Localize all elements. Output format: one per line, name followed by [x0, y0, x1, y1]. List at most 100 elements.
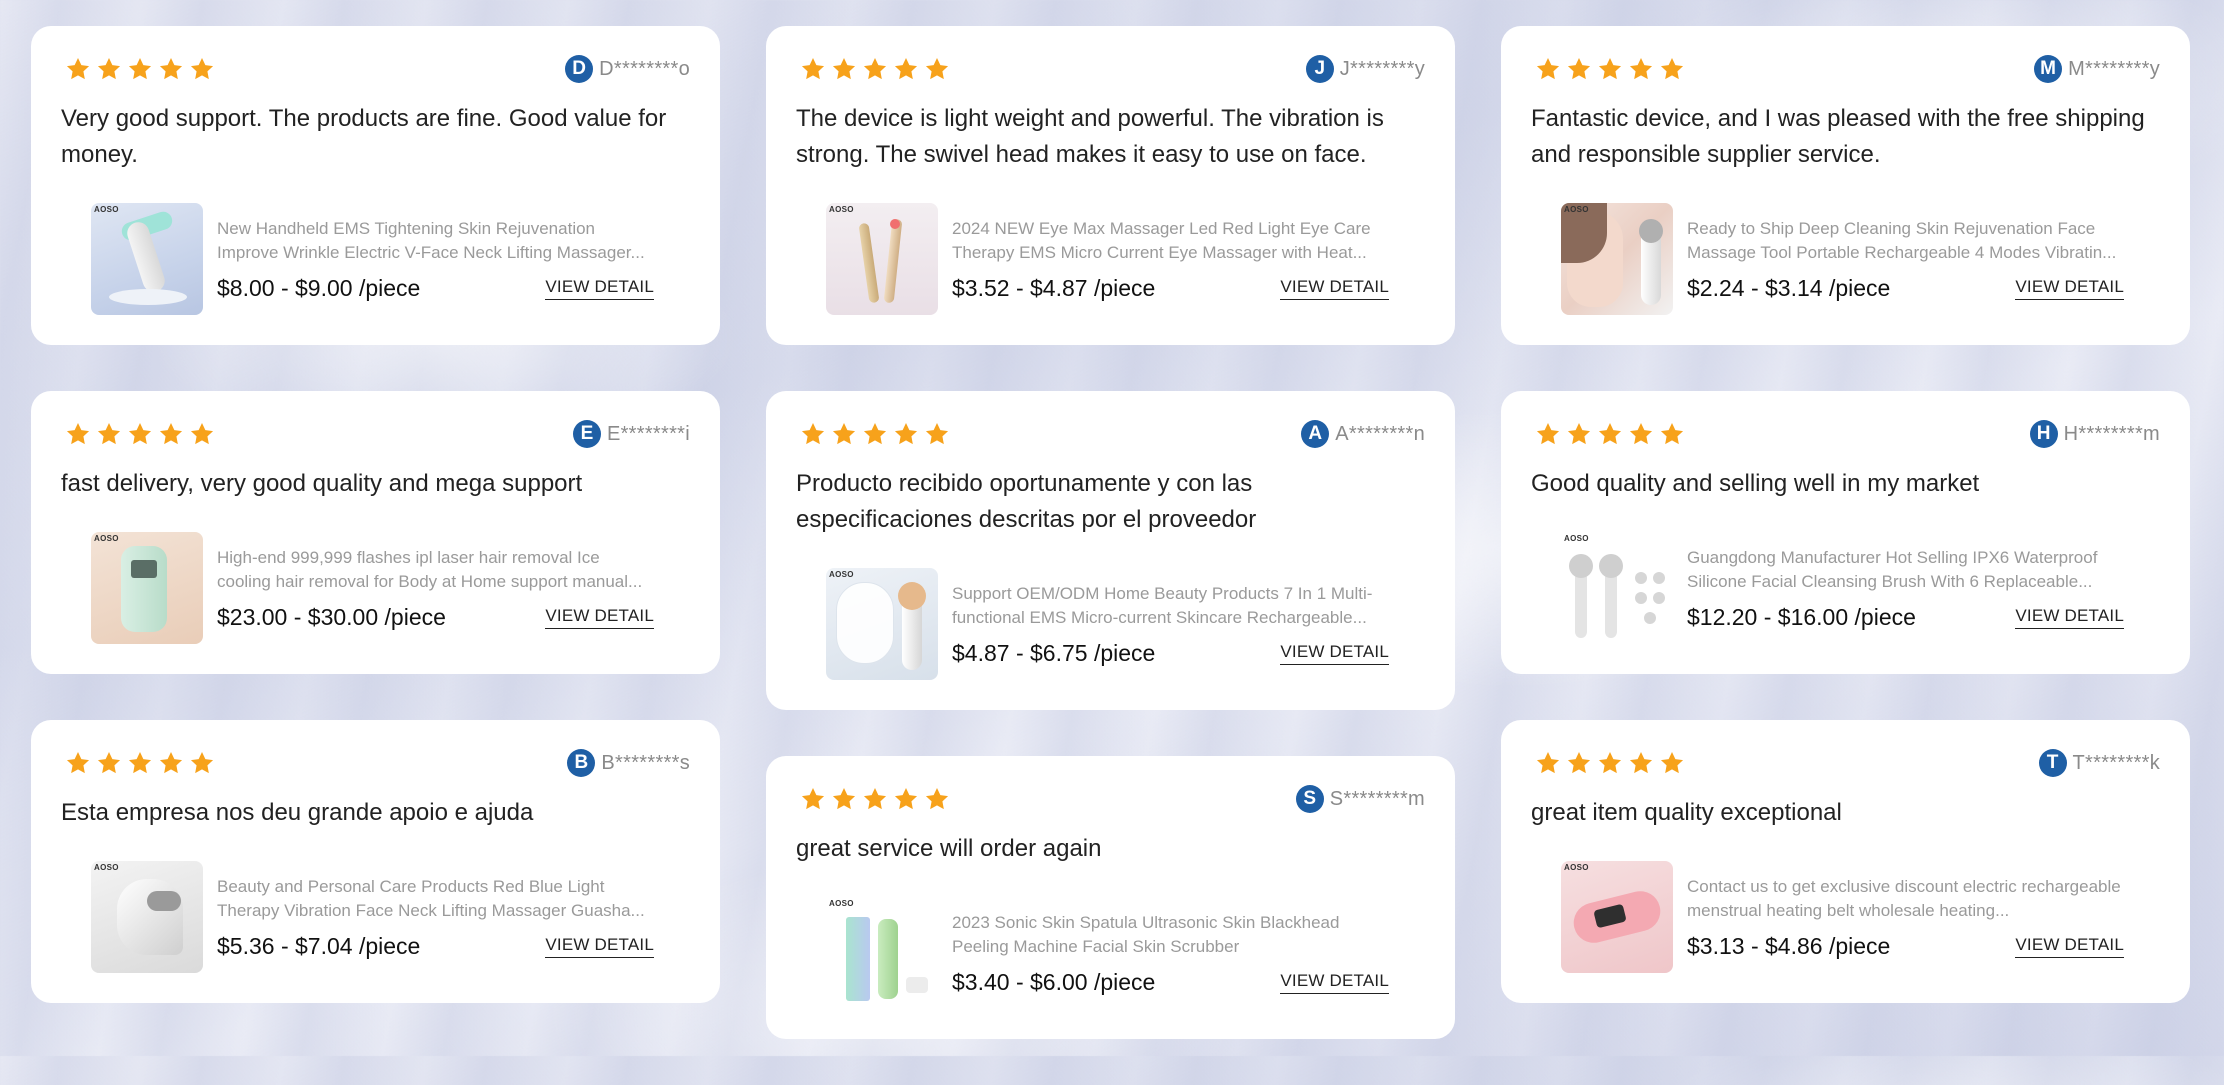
product-image[interactable]: AOSO	[91, 861, 203, 973]
view-detail-link[interactable]: VIEW DETAIL	[545, 935, 654, 958]
product-info: Ready to Ship Deep Cleaning Skin Rejuven…	[1687, 217, 2128, 302]
reviewer: H H********m	[2029, 420, 2160, 448]
reviewer: J J********y	[1305, 55, 1425, 83]
star-rating	[800, 421, 950, 447]
star-rating	[1535, 750, 1685, 776]
product-image[interactable]: AOSO	[1561, 203, 1673, 315]
review-text: Fantastic device, and I was pleased with…	[1531, 105, 2145, 168]
product-price: $3.40 - $6.00 /piece	[952, 968, 1156, 995]
reviewer-name: M********y	[2068, 57, 2160, 80]
product-summary: AOSO Ready to Ship Deep Cleaning Skin Rej…	[1561, 203, 2160, 315]
star-rating	[800, 786, 950, 812]
product-image[interactable]: AOSO	[1561, 532, 1673, 644]
avatar: D	[565, 55, 594, 83]
avatar: A	[1301, 420, 1330, 448]
star-icon	[1566, 750, 1592, 776]
star-icon	[189, 750, 215, 776]
product-name[interactable]: Contact us to get exclusive discount ele…	[1687, 875, 2128, 923]
product-name[interactable]: 2023 Sonic Skin Spatula Ultrasonic Skin …	[952, 911, 1393, 959]
review-card: E E********i fast delivery, very good qual…	[31, 391, 720, 674]
star-icon	[127, 750, 153, 776]
avatar: T	[2038, 749, 2067, 777]
product-footer: $23.00 - $30.00 /piece VIEW DETAIL	[217, 604, 658, 631]
review-text: fast delivery, very good quality and meg…	[61, 470, 583, 497]
review-column: M M********y Fantastic device, and I was p…	[1501, 26, 2190, 1049]
review-text: great service will order again	[796, 835, 1102, 862]
product-summary: AOSO Support OEM/ODM Home Beauty Products…	[826, 568, 1425, 680]
product-info: Guangdong Manufacturer Hot Selling IPX6 …	[1687, 546, 2128, 631]
star-icon	[1597, 56, 1623, 82]
product-name[interactable]: 2024 NEW Eye Max Massager Led Red Light …	[952, 217, 1393, 265]
star-rating	[1535, 56, 1685, 82]
star-icon	[1597, 421, 1623, 447]
brand-logo: AOSO	[829, 205, 854, 214]
review-header: E E********i	[61, 419, 690, 449]
review-header: M M********y	[1531, 54, 2160, 84]
star-icon	[924, 56, 950, 82]
product-name[interactable]: New Handheld EMS Tightening Skin Rejuven…	[217, 217, 658, 265]
view-detail-link[interactable]: VIEW DETAIL	[2015, 277, 2124, 300]
avatar: B	[567, 749, 596, 777]
view-detail-link[interactable]: VIEW DETAIL	[1280, 971, 1389, 994]
review-card: M M********y Fantastic device, and I was p…	[1501, 26, 2190, 345]
reviewer: E E********i	[572, 420, 690, 448]
star-rating	[1535, 421, 1685, 447]
product-price: $8.00 - $9.00 /piece	[217, 274, 421, 301]
review-text: Very good support. The products are fine…	[61, 105, 667, 168]
review-card: S S********m great service will order agai…	[766, 756, 1455, 1039]
product-image[interactable]: AOSO	[1561, 861, 1673, 973]
star-icon	[800, 421, 826, 447]
product-summary: AOSO High-end 999,999 flashes ipl laser h…	[91, 532, 690, 644]
view-detail-link[interactable]: VIEW DETAIL	[2015, 935, 2124, 958]
product-info: High-end 999,999 flashes ipl laser hair …	[217, 546, 658, 631]
star-icon	[1659, 750, 1685, 776]
product-footer: $12.20 - $16.00 /piece VIEW DETAIL	[1687, 604, 2128, 631]
product-image[interactable]: AOSO	[91, 532, 203, 644]
view-detail-link[interactable]: VIEW DETAIL	[2015, 606, 2124, 629]
brand-logo: AOSO	[1564, 205, 1589, 214]
product-summary: AOSO Beauty and Personal Care Products Re…	[91, 861, 690, 973]
product-footer: $3.40 - $6.00 /piece VIEW DETAIL	[952, 969, 1393, 996]
product-name[interactable]: Guangdong Manufacturer Hot Selling IPX6 …	[1687, 546, 2128, 594]
reviewer: B B********s	[567, 749, 690, 777]
review-text: Esta empresa nos deu grande apoio e ajud…	[61, 799, 534, 826]
reviewer: S S********m	[1295, 785, 1425, 813]
product-name[interactable]: Support OEM/ODM Home Beauty Products 7 I…	[952, 582, 1393, 630]
reviewer: D D********o	[565, 55, 690, 83]
avatar: M	[2034, 55, 2063, 83]
star-icon	[1628, 56, 1654, 82]
product-name[interactable]: Ready to Ship Deep Cleaning Skin Rejuven…	[1687, 217, 2128, 265]
reviewer: A A********n	[1301, 420, 1425, 448]
review-header: D D********o	[61, 54, 690, 84]
product-price: $12.20 - $16.00 /piece	[1687, 603, 1916, 630]
product-image[interactable]: AOSO	[826, 203, 938, 315]
view-detail-link[interactable]: VIEW DETAIL	[1280, 277, 1389, 300]
product-name[interactable]: Beauty and Personal Care Products Red Bl…	[217, 875, 658, 923]
product-image[interactable]: AOSO	[826, 897, 938, 1009]
view-detail-link[interactable]: VIEW DETAIL	[1280, 642, 1389, 665]
view-detail-link[interactable]: VIEW DETAIL	[545, 606, 654, 629]
product-info: Contact us to get exclusive discount ele…	[1687, 875, 2128, 960]
review-header: J J********y	[796, 54, 1425, 84]
star-icon	[96, 750, 122, 776]
star-icon	[1659, 56, 1685, 82]
product-name[interactable]: High-end 999,999 flashes ipl laser hair …	[217, 546, 658, 594]
star-icon	[800, 56, 826, 82]
review-header: T T********k	[1531, 748, 2160, 778]
product-footer: $2.24 - $3.14 /piece VIEW DETAIL	[1687, 275, 2128, 302]
star-icon	[1535, 56, 1561, 82]
product-image[interactable]: AOSO	[91, 203, 203, 315]
product-footer: $3.13 - $4.86 /piece VIEW DETAIL	[1687, 933, 2128, 960]
view-detail-link[interactable]: VIEW DETAIL	[545, 277, 654, 300]
brand-logo: AOSO	[94, 863, 119, 872]
reviewer-name: H********m	[2063, 422, 2160, 445]
star-icon	[65, 56, 91, 82]
review-text: The device is light weight and powerful.…	[796, 105, 1384, 168]
product-info: New Handheld EMS Tightening Skin Rejuven…	[217, 217, 658, 302]
reviewer-name: T********k	[2072, 751, 2160, 774]
product-summary: AOSO Guangdong Manufacturer Hot Selling I…	[1561, 532, 2160, 644]
product-price: $23.00 - $30.00 /piece	[217, 603, 446, 630]
product-image[interactable]: AOSO	[826, 568, 938, 680]
star-icon	[862, 786, 888, 812]
review-card: B B********s Esta empresa nos deu grande a…	[31, 720, 720, 1003]
